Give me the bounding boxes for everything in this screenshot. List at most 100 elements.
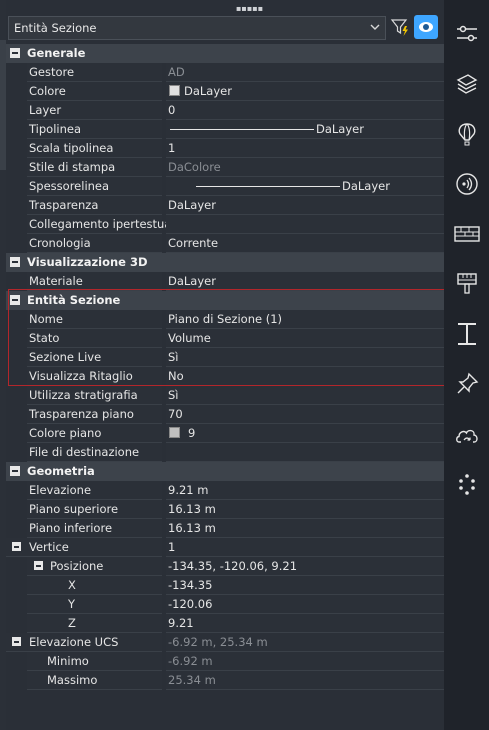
- property-value-cell[interactable]: 9: [166, 424, 444, 443]
- property-row-piano-superiore[interactable]: Piano superiore 16.13 m: [6, 500, 444, 519]
- property-label: Spessorelinea: [29, 179, 110, 193]
- property-value-cell[interactable]: 25.34 m: [166, 671, 444, 690]
- property-row-collegamento-ipertestuale[interactable]: Collegamento ipertestuale: [6, 215, 444, 234]
- dots-icon[interactable]: [444, 466, 489, 502]
- property-label-cell: Colore: [27, 82, 162, 101]
- property-label-cell: Y: [27, 595, 162, 614]
- property-row-vertice[interactable]: Vertice 1: [6, 538, 444, 557]
- property-label: Piano superiore: [29, 502, 119, 516]
- category-geometria[interactable]: Geometria: [6, 462, 444, 481]
- property-row-minimo[interactable]: Minimo -6.92 m: [6, 652, 444, 671]
- property-label-cell: Piano superiore: [27, 500, 162, 519]
- property-value-cell[interactable]: 1: [166, 139, 444, 158]
- property-value: DaLayer: [168, 274, 216, 288]
- property-value-cell[interactable]: 70: [166, 405, 444, 424]
- property-value-cell[interactable]: 16.13 m: [166, 519, 444, 538]
- property-row-tipolinea[interactable]: Tipolinea DaLayer: [6, 120, 444, 139]
- property-value-cell[interactable]: -6.92 m, 25.34 m: [166, 633, 444, 652]
- property-value-cell[interactable]: DaLayer: [166, 196, 444, 215]
- property-value-cell[interactable]: -120.06: [166, 595, 444, 614]
- row-gutter: [6, 215, 27, 234]
- property-label-cell: Cronologia: [27, 234, 162, 253]
- sound-icon[interactable]: [444, 166, 489, 202]
- property-row-colore-piano[interactable]: Colore piano 9: [6, 424, 444, 443]
- category-visualizzazione-3d[interactable]: Visualizzazione 3D: [6, 253, 444, 272]
- property-value-cell[interactable]: 1: [166, 538, 444, 557]
- property-value-cell[interactable]: DaLayer: [166, 120, 444, 139]
- property-value-cell[interactable]: 9.21: [166, 614, 444, 633]
- property-row-file-di-destinazione[interactable]: File di destinazione: [6, 443, 444, 462]
- hot-air-balloon-icon[interactable]: [444, 116, 489, 152]
- collapse-toggle-icon[interactable]: [10, 48, 20, 58]
- row-gutter: [6, 614, 27, 633]
- property-value-cell[interactable]: [166, 215, 444, 234]
- panel-grip-icon[interactable]: ▪▪▪▪▪: [236, 4, 263, 13]
- property-value-cell[interactable]: 9.21 m: [166, 481, 444, 500]
- property-row-colore[interactable]: Colore DaLayer: [6, 82, 444, 101]
- property-value-cell[interactable]: -134.35, -120.06, 9.21: [166, 557, 444, 576]
- property-row-gestore[interactable]: Gestore AD: [6, 63, 444, 82]
- property-value-cell[interactable]: AD: [166, 63, 444, 82]
- row-gutter: [6, 158, 27, 177]
- select-objects-button[interactable]: [414, 15, 438, 39]
- property-row-y[interactable]: Y -120.06: [6, 595, 444, 614]
- property-value: DaLayer: [168, 198, 216, 212]
- property-row-layer[interactable]: Layer 0: [6, 101, 444, 120]
- property-row-elevazione[interactable]: Elevazione 9.21 m: [6, 481, 444, 500]
- property-value-cell[interactable]: [166, 443, 444, 462]
- wall-icon[interactable]: [444, 216, 489, 252]
- property-row-elevazione-ucs[interactable]: Elevazione UCS -6.92 m, 25.34 m: [6, 633, 444, 652]
- property-value: 9: [188, 426, 196, 440]
- cloud-sync-icon[interactable]: [444, 418, 489, 454]
- property-row-stile-di-stampa[interactable]: Stile di stampa DaColore: [6, 158, 444, 177]
- property-label-cell: Massimo: [27, 671, 162, 690]
- row-gutter: [6, 576, 27, 595]
- category-label: Generale: [27, 46, 86, 60]
- property-value-cell[interactable]: -6.92 m: [166, 652, 444, 671]
- row-gutter: [6, 500, 27, 519]
- property-value-cell[interactable]: DaColore: [166, 158, 444, 177]
- property-row-z[interactable]: Z 9.21: [6, 614, 444, 633]
- collapse-toggle-icon[interactable]: [12, 542, 21, 551]
- collapse-toggle-icon[interactable]: [34, 561, 43, 570]
- properties-icon[interactable]: [444, 16, 489, 52]
- property-row-utilizza-stratigrafia[interactable]: Utilizza stratigrafia Sì: [6, 386, 444, 405]
- entity-selector[interactable]: Entità Sezione: [8, 16, 386, 40]
- property-row-cronologia[interactable]: Cronologia Corrente: [6, 234, 444, 253]
- chevron-down-icon: [370, 24, 380, 30]
- property-value: 9.21: [168, 616, 194, 630]
- property-value: 16.13 m: [168, 521, 216, 535]
- quick-select-filter-icon[interactable]: [390, 17, 410, 37]
- property-row-posizione[interactable]: Posizione -134.35, -120.06, 9.21: [6, 557, 444, 576]
- row-gutter: [6, 405, 27, 424]
- property-row-massimo[interactable]: Massimo 25.34 m: [6, 671, 444, 690]
- i-beam-icon[interactable]: [444, 316, 489, 352]
- property-row-piano-inferiore[interactable]: Piano inferiore 16.13 m: [6, 519, 444, 538]
- category-label: Visualizzazione 3D: [27, 255, 148, 269]
- property-label: Vertice: [29, 540, 69, 554]
- paint-brush-icon[interactable]: [444, 266, 489, 302]
- property-value-cell[interactable]: DaLayer: [166, 177, 444, 196]
- entity-selector-value: Entità Sezione: [14, 21, 97, 35]
- property-row-trasparenza[interactable]: Trasparenza DaLayer: [6, 196, 444, 215]
- pin-icon[interactable]: [444, 366, 489, 402]
- property-row-spessorelinea[interactable]: Spessorelinea DaLayer: [6, 177, 444, 196]
- property-label: Elevazione UCS: [29, 635, 119, 649]
- property-value: 70: [168, 407, 183, 421]
- property-value-cell[interactable]: Corrente: [166, 234, 444, 253]
- property-value-cell[interactable]: DaLayer: [166, 82, 444, 101]
- property-row-scala-tipolinea[interactable]: Scala tipolinea 1: [6, 139, 444, 158]
- collapse-toggle-icon[interactable]: [10, 257, 20, 267]
- property-value-cell[interactable]: Sì: [166, 386, 444, 405]
- property-value-cell[interactable]: -134.35: [166, 576, 444, 595]
- property-value-cell[interactable]: 16.13 m: [166, 500, 444, 519]
- category-generale[interactable]: Generale: [6, 44, 444, 63]
- property-value-cell[interactable]: 0: [166, 101, 444, 120]
- collapse-toggle-icon[interactable]: [12, 637, 21, 646]
- property-label: Gestore: [29, 65, 75, 79]
- property-row-x[interactable]: X -134.35: [6, 576, 444, 595]
- layers-icon[interactable]: [444, 66, 489, 102]
- property-row-trasparenza-piano[interactable]: Trasparenza piano 70: [6, 405, 444, 424]
- collapse-toggle-icon[interactable]: [10, 466, 20, 476]
- property-label: Minimo: [47, 654, 89, 668]
